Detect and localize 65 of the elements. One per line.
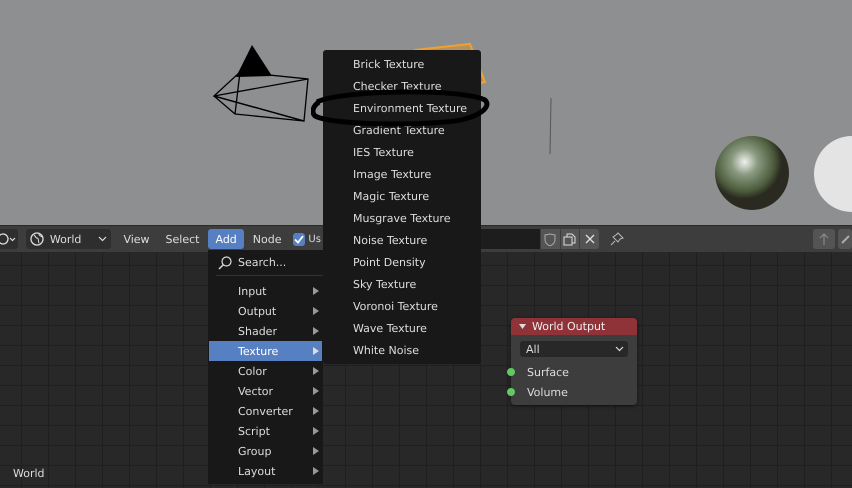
collapse-arrow-icon [519, 324, 526, 329]
search-field[interactable]: Search... [209, 251, 322, 274]
menu-item[interactable]: White Noise [323, 339, 481, 361]
submenu-arrow-icon [313, 307, 319, 315]
submenu-arrow-icon [313, 327, 319, 335]
pin-icon [610, 232, 624, 246]
menu-item[interactable]: Input [209, 281, 322, 301]
menu-item[interactable]: Layout [209, 461, 322, 481]
menu-item[interactable]: Vector [209, 381, 322, 401]
duplicate-button[interactable] [560, 229, 580, 249]
socket-label: Surface [527, 366, 569, 378]
menu-item[interactable]: Shader [209, 321, 322, 341]
globe-icon [30, 232, 44, 246]
search-icon [218, 256, 232, 270]
menu-item[interactable]: Group [209, 441, 322, 461]
menu-button[interactable]: Node [246, 229, 288, 249]
menu-button[interactable]: Add [208, 229, 244, 249]
menu-button[interactable]: Select [158, 229, 206, 249]
world-dropdown[interactable]: World [26, 229, 112, 249]
menu-item[interactable]: Color [209, 361, 322, 381]
editor-type-button[interactable] [0, 229, 18, 249]
node-header[interactable]: World Output [511, 318, 637, 335]
menu-item[interactable]: Magic Texture [323, 185, 481, 207]
check-icon [294, 234, 304, 244]
menu-item[interactable]: IES Texture [323, 141, 481, 163]
line-drawing [549, 98, 553, 154]
fake-user-button[interactable] [540, 229, 560, 249]
submenu-arrow-icon [313, 367, 319, 375]
menu-item[interactable]: Image Texture [323, 163, 481, 185]
checkbox-label: Us [308, 234, 321, 244]
shield-icon [544, 232, 556, 246]
submenu-arrow-icon [313, 427, 319, 435]
submenu-arrow-icon [313, 347, 319, 355]
menu-item[interactable]: Texture [209, 341, 322, 361]
socket-label: Volume [527, 386, 568, 398]
menu-item[interactable]: Script [209, 421, 322, 441]
unlink-button[interactable] [580, 229, 600, 249]
menu-item[interactable]: Musgrave Texture [323, 207, 481, 229]
socket-dot[interactable] [507, 388, 515, 396]
arrow-up-icon [818, 232, 830, 246]
copy-icon [563, 232, 576, 246]
toolbar-button[interactable] [838, 229, 852, 249]
menu-item[interactable]: Voronoi Texture [323, 295, 481, 317]
pencil-icon [840, 234, 850, 244]
parent-button[interactable] [813, 229, 836, 249]
menu-button[interactable]: View [116, 229, 157, 249]
world-label: World [13, 467, 45, 480]
menu-item[interactable]: Wave Texture [323, 317, 481, 339]
menu-item[interactable]: Sky Texture [323, 273, 481, 295]
menu-item[interactable]: Brick Texture [323, 53, 481, 75]
menu-item[interactable]: Environment Texture [323, 97, 481, 119]
submenu-arrow-icon [313, 447, 319, 455]
submenu-arrow-icon [313, 387, 319, 395]
menu-item[interactable]: Point Density [323, 251, 481, 273]
menu-item[interactable]: Noise Texture [323, 229, 481, 251]
submenu-arrow-icon [313, 467, 319, 475]
checkbox[interactable] [292, 232, 306, 246]
socket-dot[interactable] [507, 368, 515, 376]
submenu-arrow-icon [313, 287, 319, 295]
menu-item[interactable]: Gradient Texture [323, 119, 481, 141]
menu-item[interactable]: Output [209, 301, 322, 321]
submenu-arrow-icon [313, 407, 319, 415]
close-icon [584, 234, 595, 244]
target-dropdown[interactable]: All [520, 341, 628, 357]
menu-item[interactable]: Converter [209, 401, 322, 421]
